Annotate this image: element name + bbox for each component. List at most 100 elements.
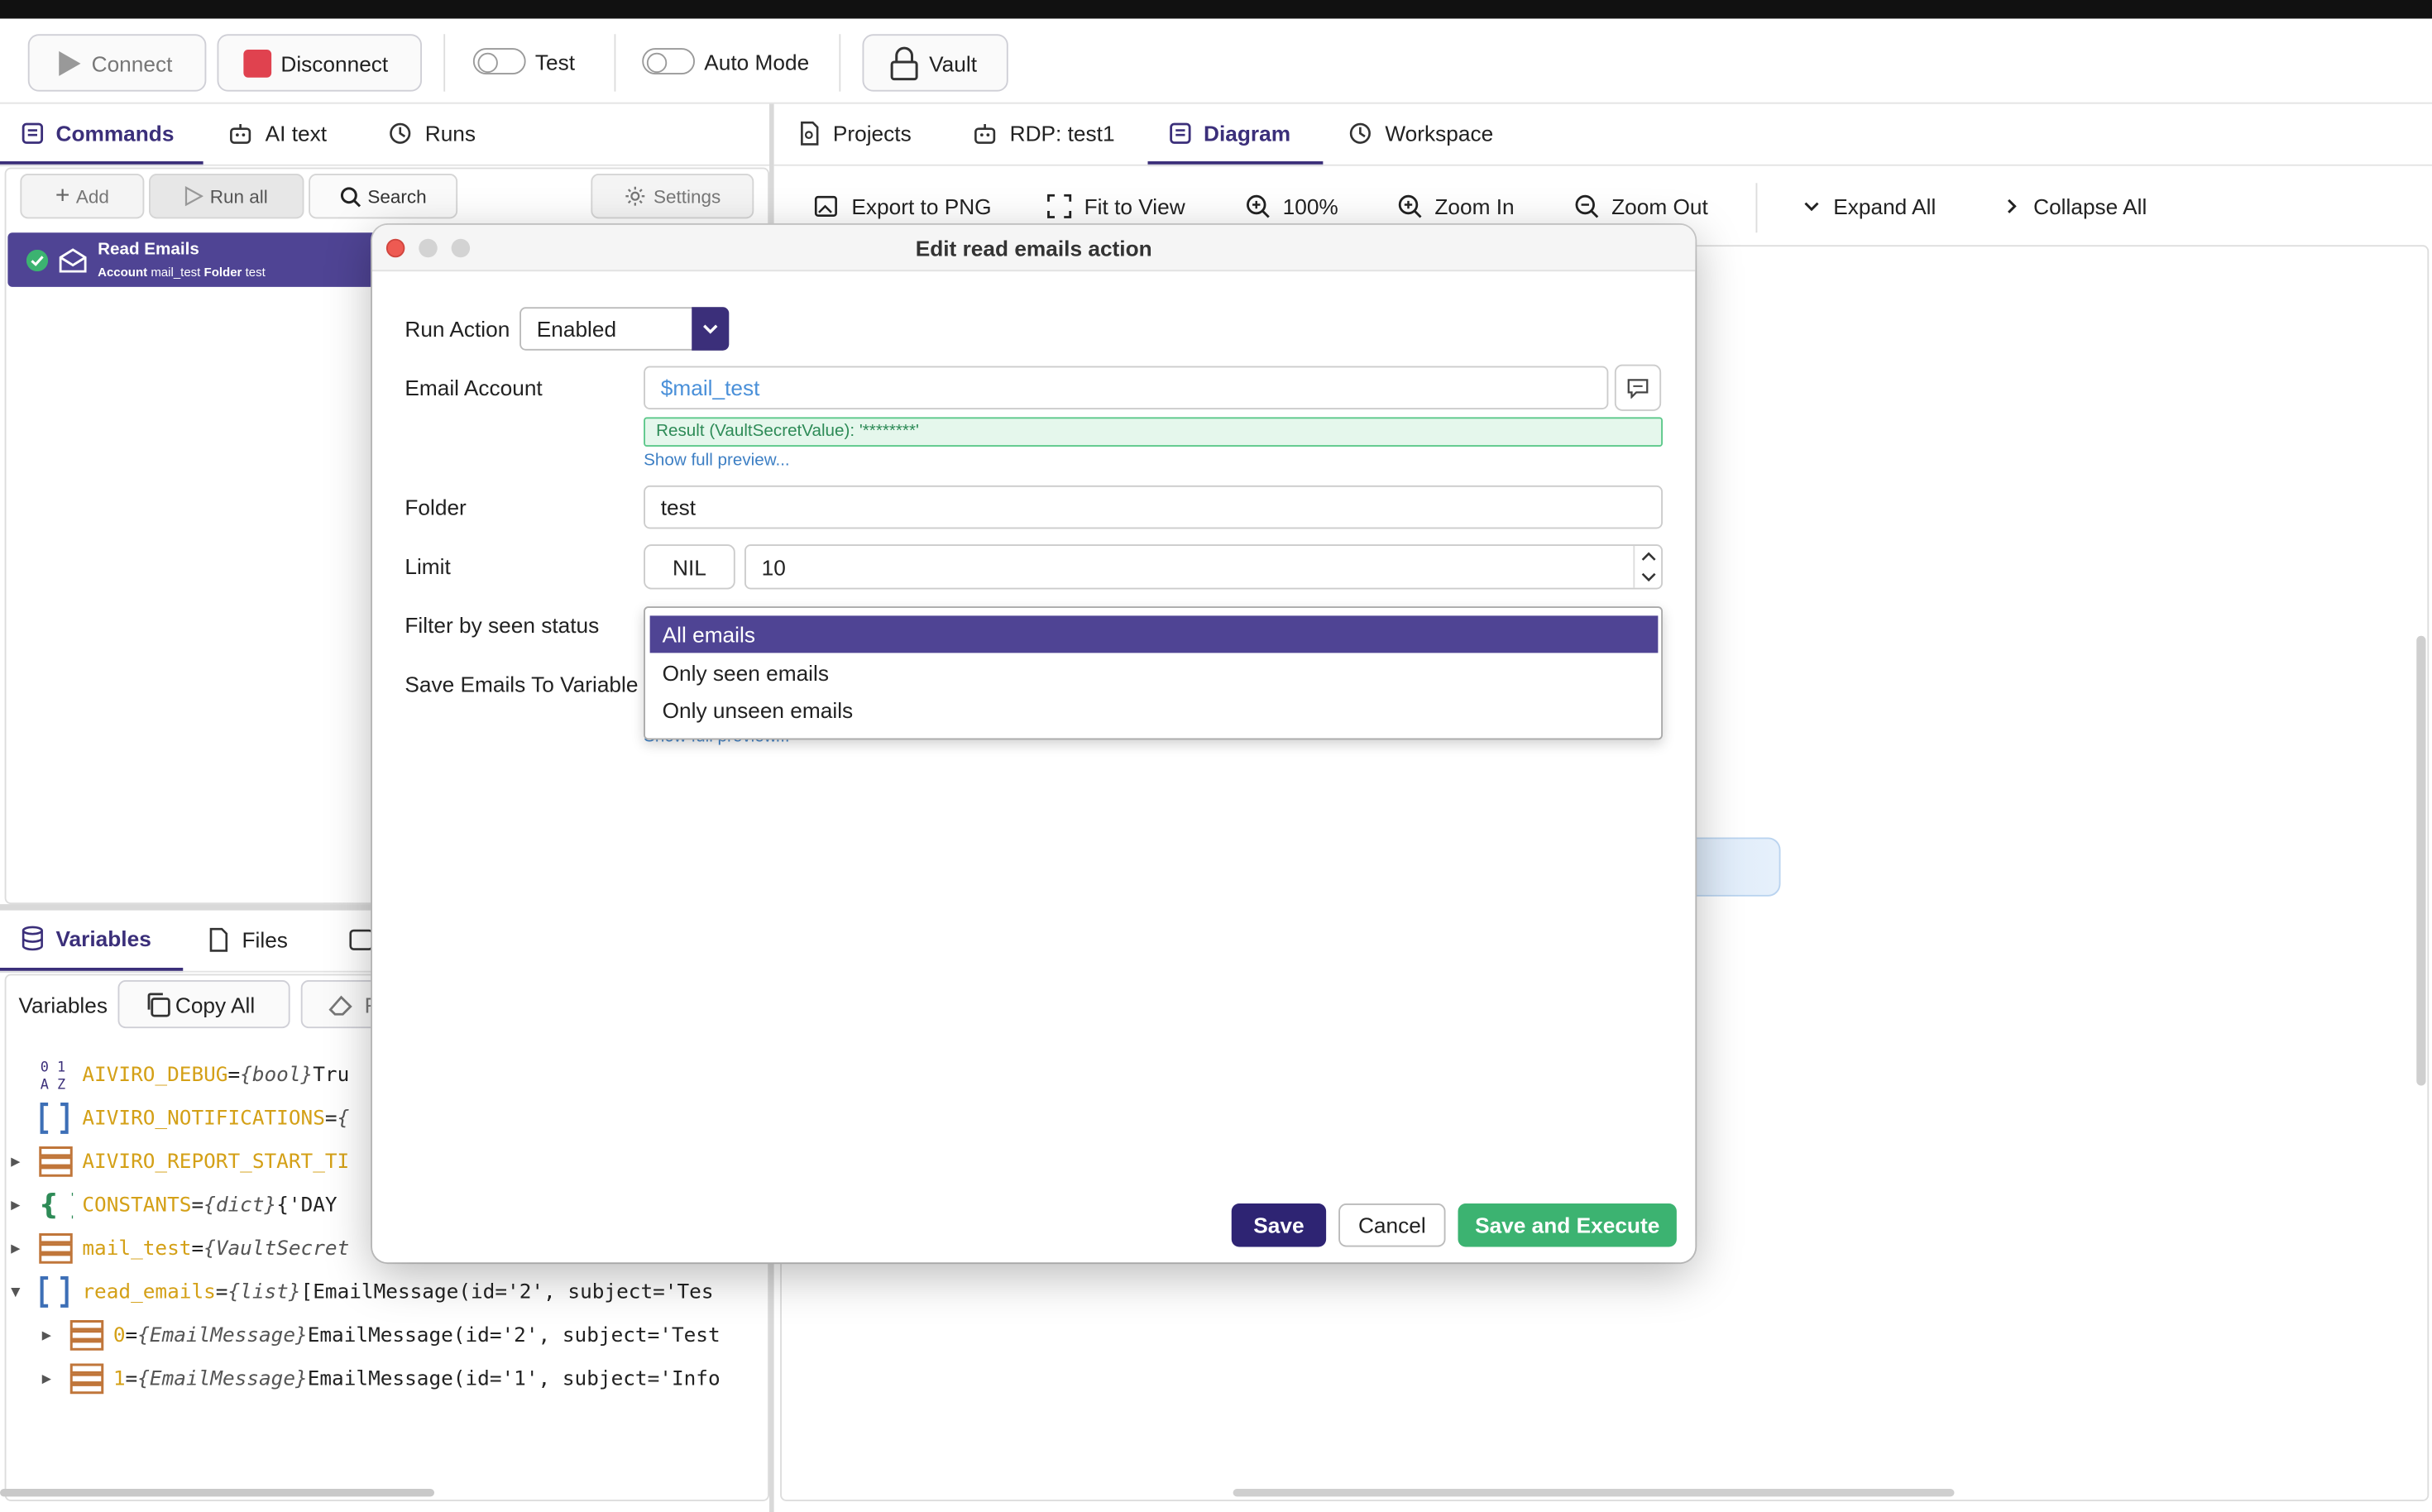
export-label: Export to PNG [851, 194, 992, 219]
variable-row[interactable]: ▶ 0 = {EmailMessage} EmailMessage(id='2',… [42, 1318, 769, 1352]
eraser-icon [328, 994, 352, 1015]
save-to-variable-label: Save Emails To Variable [405, 671, 639, 696]
zoom-level-button[interactable]: 100% [1246, 194, 1338, 218]
option-only-unseen[interactable]: Only unseen emails [650, 691, 1659, 729]
object-icon [69, 1361, 113, 1395]
option-label: Only seen emails [662, 660, 829, 686]
variable-name: AIVIRO_DEBUG [82, 1063, 228, 1087]
variable-name: read_emails [82, 1280, 216, 1304]
command-item-read-emails[interactable]: Read Emails Account mail_test Folder tes… [7, 232, 381, 287]
auto-mode-toggle[interactable] [642, 48, 695, 74]
settings-button[interactable]: Settings [591, 174, 754, 219]
list-icon [39, 1101, 83, 1135]
vault-button[interactable]: Vault [862, 34, 1008, 92]
connect-button[interactable]: Connect [27, 34, 207, 92]
fit-to-view-button[interactable]: Fit to View [1047, 194, 1185, 218]
search-label: Search [367, 185, 427, 208]
export-png-button[interactable]: Export to PNG [814, 194, 992, 219]
chevron-right-icon[interactable]: ▶ [11, 1240, 39, 1257]
folder-input[interactable]: test [644, 485, 1663, 529]
horizontal-scrollbar[interactable] [1233, 1489, 1955, 1497]
nil-label: NIL [672, 554, 706, 580]
chevron-up-icon[interactable] [1641, 551, 1657, 562]
play-icon [185, 186, 204, 207]
disconnect-button[interactable]: Disconnect [217, 34, 422, 92]
settings-label: Settings [653, 185, 721, 208]
expression-button[interactable] [1614, 364, 1662, 411]
tab-projects-label: Projects [832, 121, 912, 146]
variable-value: {'DAY [276, 1193, 338, 1217]
lock-icon [890, 45, 918, 80]
number-stepper[interactable] [1633, 546, 1661, 588]
variable-name: 1 [113, 1366, 126, 1390]
tab-files[interactable]: Files [208, 927, 288, 952]
run-action-select[interactable]: Enabled [519, 307, 730, 351]
tab-commands-label: Commands [55, 121, 175, 146]
window-top-bar [0, 0, 2432, 19]
result-text: Result (VaultSecretValue): '********' [656, 422, 919, 441]
tab-runs[interactable]: Runs [388, 121, 476, 146]
tab-ai-text-label: AI text [265, 121, 328, 146]
minimize-window-icon[interactable] [419, 238, 438, 258]
collapse-all-button[interactable]: Collapse All [2003, 194, 2147, 218]
search-button[interactable]: Search [309, 174, 458, 219]
chevron-right-icon[interactable]: ▶ [42, 1327, 70, 1344]
dict-icon: { } [39, 1188, 83, 1222]
zoom-icon [1247, 194, 1270, 218]
tab-diagram[interactable]: Diagram [1170, 121, 1290, 146]
option-only-seen[interactable]: Only seen emails [650, 654, 1659, 691]
tab-commands[interactable]: Commands [22, 121, 174, 146]
limit-value: 10 [761, 554, 786, 580]
save-button[interactable]: Save [1231, 1203, 1327, 1247]
cancel-button[interactable]: Cancel [1338, 1203, 1446, 1247]
variable-eq: = [215, 1280, 228, 1304]
save-and-execute-button[interactable]: Save and Execute [1458, 1203, 1677, 1247]
limit-input[interactable]: 10 [744, 544, 1663, 590]
zoom-out-button[interactable]: Zoom Out [1574, 194, 1708, 218]
tab-variables[interactable]: Variables [22, 926, 151, 950]
variable-type: {EmailMessage} [137, 1323, 308, 1347]
zoom-in-button[interactable]: Zoom In [1397, 194, 1515, 218]
tab-ai-text[interactable]: AI text [228, 121, 327, 146]
variable-row[interactable]: ▶ 1 = {EmailMessage} EmailMessage(id='1',… [42, 1361, 769, 1395]
copy-all-button[interactable]: Copy All [117, 980, 290, 1029]
chevron-down-icon[interactable] [1641, 572, 1657, 583]
comment-icon [1627, 378, 1649, 398]
add-button[interactable]: + Add [20, 174, 145, 219]
expand-all-label: Expand All [1833, 194, 1937, 219]
option-all-emails[interactable]: All emails [649, 615, 1659, 653]
zoom-in-icon [1398, 194, 1422, 218]
chevron-right-icon[interactable]: ▶ [11, 1197, 39, 1214]
envelope-open-icon [59, 248, 87, 273]
maximize-window-icon[interactable] [451, 238, 471, 258]
image-export-icon [814, 195, 837, 217]
variable-value: EmailMessage(id='1', subject='Info [307, 1366, 721, 1390]
test-toggle[interactable] [472, 48, 526, 74]
tab-runs-label: Runs [424, 121, 476, 146]
chevron-down-icon[interactable] [692, 307, 730, 351]
tab-workspace[interactable]: Workspace [1348, 121, 1493, 146]
horizontal-scrollbar[interactable] [0, 1489, 434, 1497]
tab-rdp[interactable]: RDP: test1 [973, 121, 1115, 146]
image-icon[interactable] [349, 929, 374, 950]
vertical-scrollbar[interactable] [2416, 635, 2426, 1086]
email-account-input[interactable]: $mail_test [644, 366, 1609, 409]
run-action-value: Enabled [536, 316, 617, 342]
chevron-down-icon[interactable]: ▼ [11, 1284, 39, 1301]
tab-projects[interactable]: Projects [799, 121, 912, 146]
expand-all-button[interactable]: Expand All [1802, 194, 1937, 219]
tab-workspace-label: Workspace [1385, 121, 1494, 146]
close-window-icon[interactable] [385, 238, 405, 258]
edit-read-emails-dialog: Edit read emails action Run Action Enabl… [372, 224, 1696, 1263]
variable-type: {bool} [240, 1063, 314, 1087]
variable-row[interactable]: ▼ read_emails = {list} [EmailMessage(id='… [11, 1275, 769, 1309]
variable-name: AIVIRO_NOTIFICATIONS [82, 1106, 325, 1130]
check-circle-icon [26, 249, 49, 272]
chevron-right-icon[interactable]: ▶ [42, 1371, 70, 1388]
nil-button[interactable]: NIL [644, 544, 735, 590]
copy-icon [147, 992, 170, 1017]
show-full-preview-link[interactable]: Show full preview... [644, 452, 790, 471]
run-all-button[interactable]: Run all [149, 174, 304, 219]
chevron-right-icon[interactable]: ▶ [11, 1153, 39, 1170]
svg-text:{ }: { } [39, 1189, 73, 1221]
